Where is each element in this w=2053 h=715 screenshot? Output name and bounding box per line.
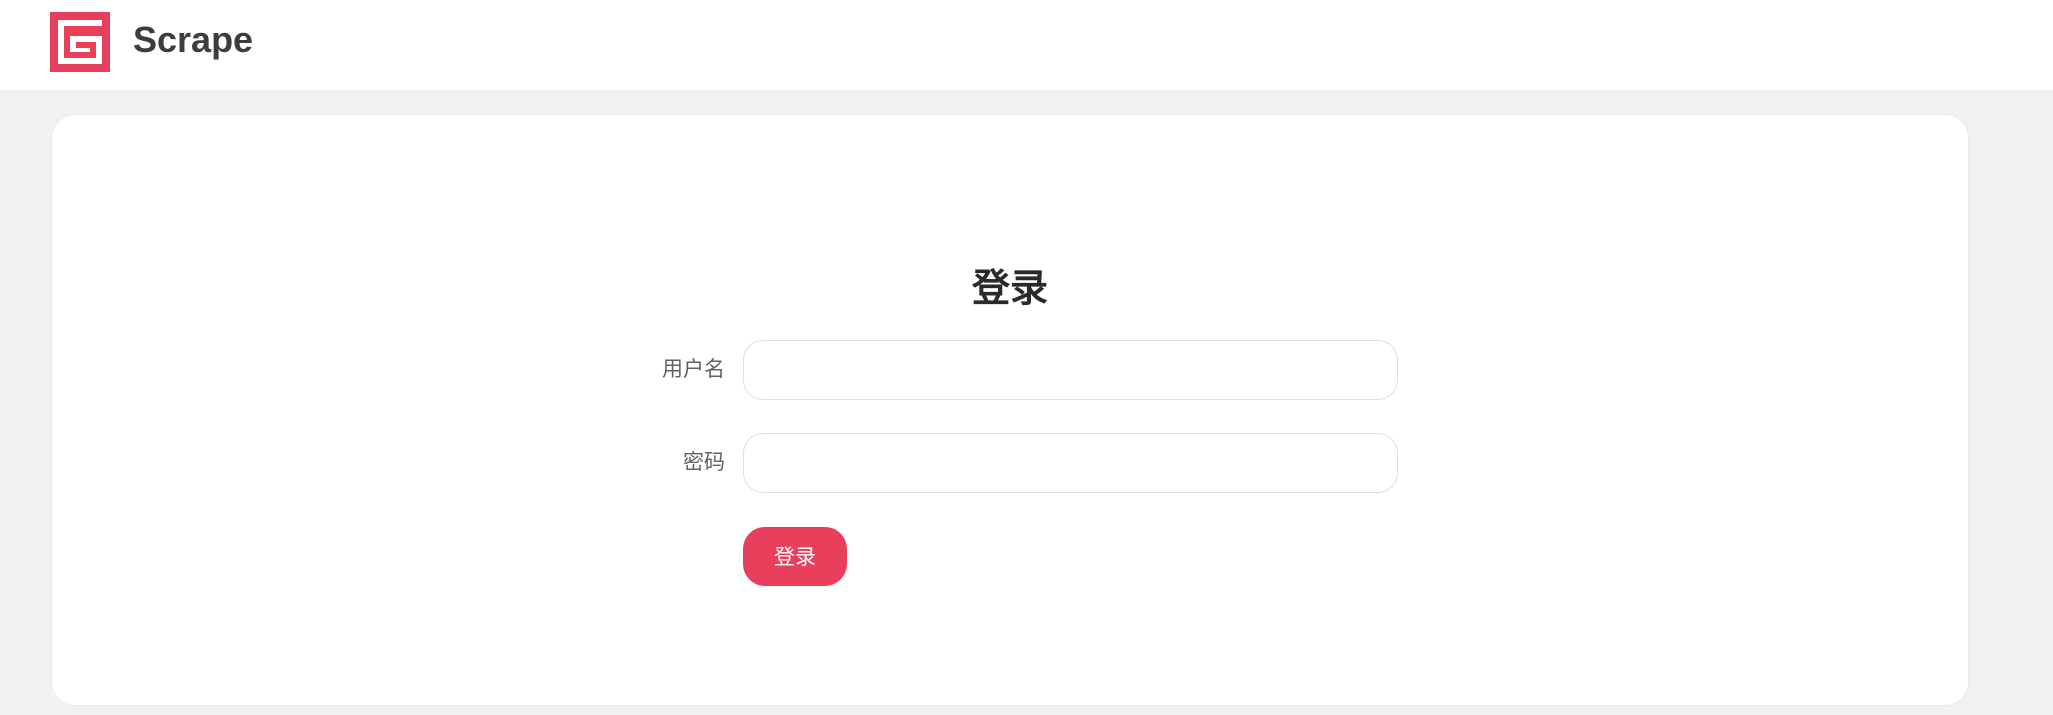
- login-button[interactable]: 登录: [743, 527, 847, 586]
- login-title: 登录: [971, 268, 1048, 310]
- username-label: 用户名: [662, 358, 725, 381]
- brand-name[interactable]: Scrape: [133, 18, 253, 62]
- scrape-logo-icon[interactable]: [50, 12, 110, 72]
- top-navbar: Scrape: [0, 0, 2053, 90]
- password-label: 密码: [683, 451, 725, 474]
- password-input[interactable]: [743, 433, 1398, 493]
- username-input[interactable]: [743, 340, 1398, 400]
- login-card: [51, 114, 1969, 706]
